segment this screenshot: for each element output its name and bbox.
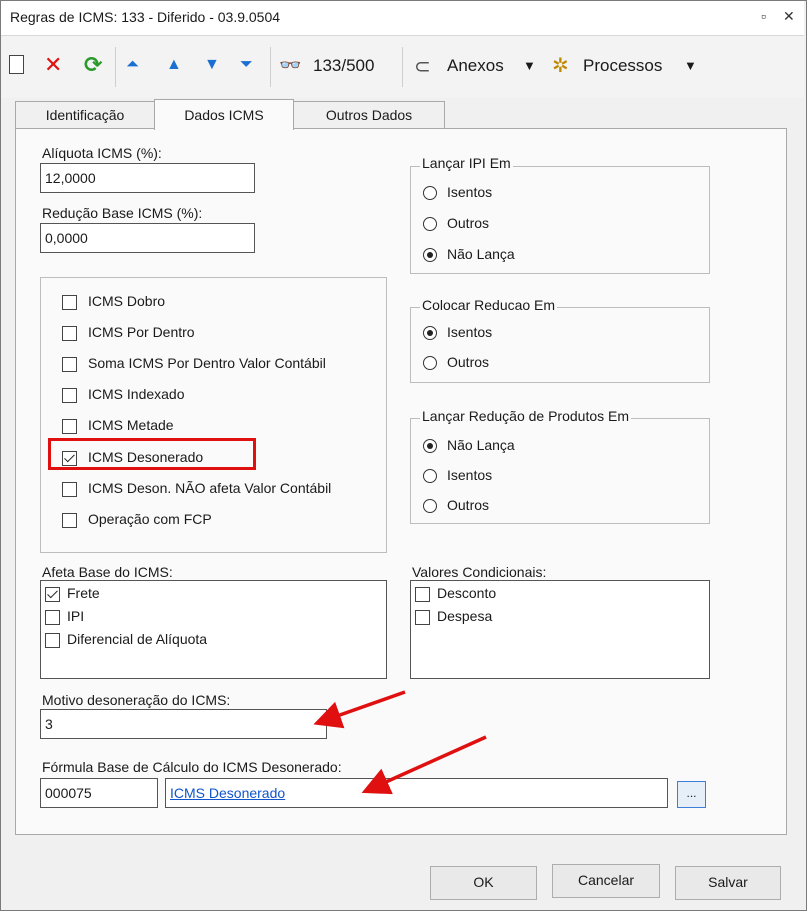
save-button[interactable]: Salvar [675, 866, 781, 900]
cancel-button[interactable]: Cancelar [552, 864, 660, 898]
tab-dados-icms[interactable]: Dados ICMS [154, 99, 294, 130]
arrow-to-motivo [313, 690, 406, 729]
arrow-to-formula [361, 735, 487, 795]
ok-button[interactable]: OK [430, 866, 537, 900]
annotation-arrows [313, 690, 487, 795]
